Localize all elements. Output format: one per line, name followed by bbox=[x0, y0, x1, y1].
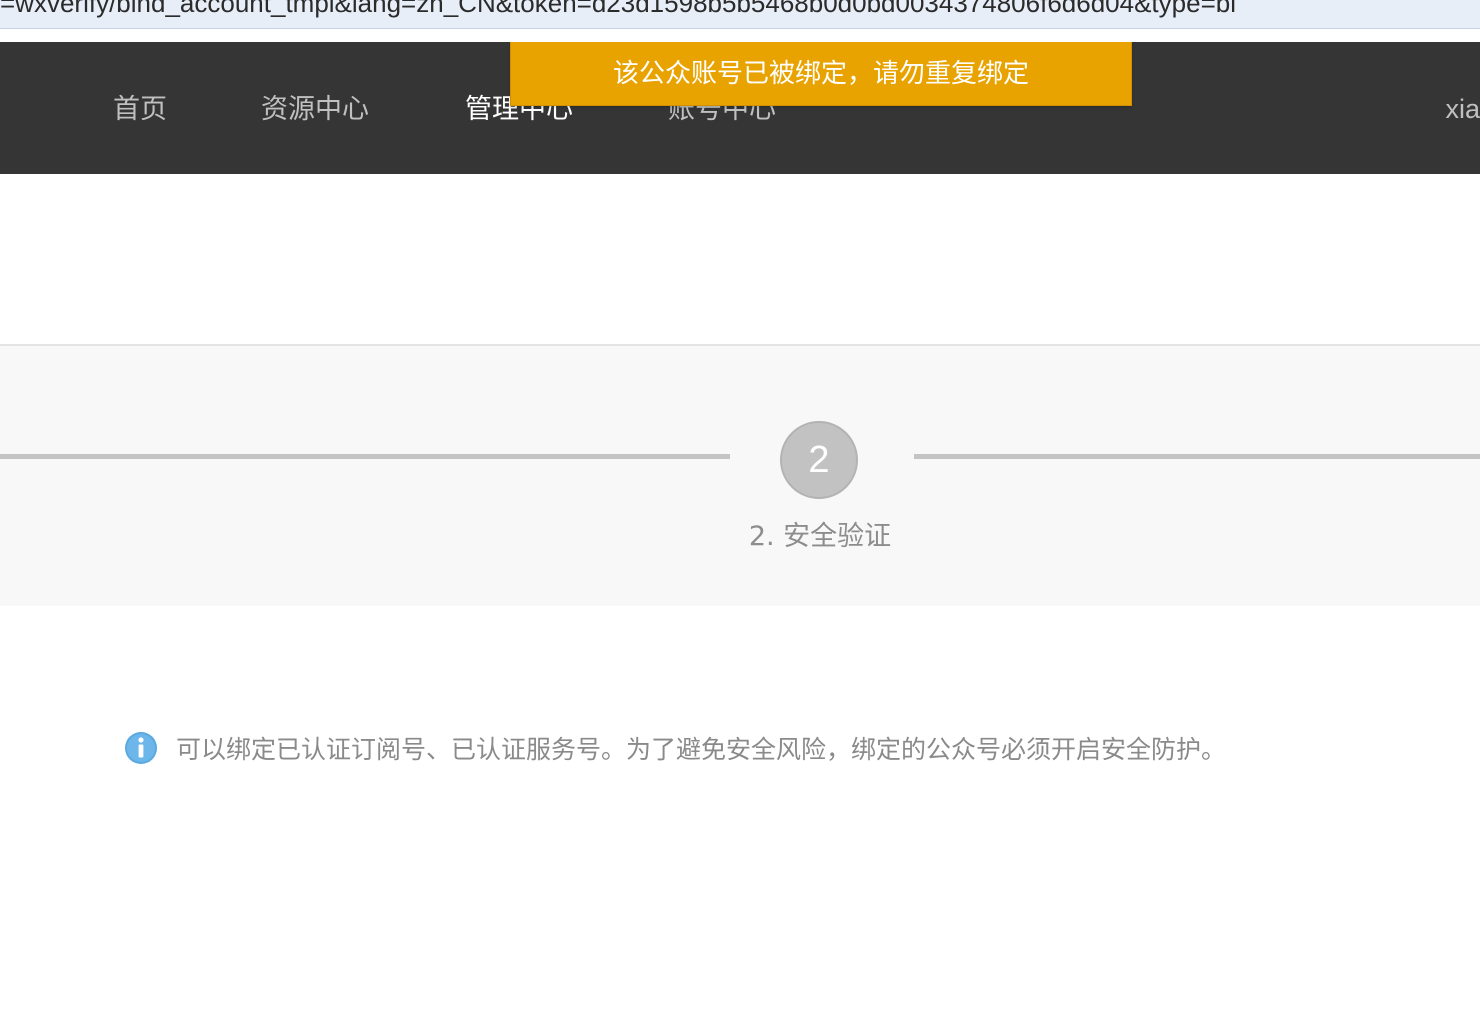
steps-progress: 2 2. 安全验证 bbox=[0, 346, 1480, 606]
step-label: 2. 安全验证 bbox=[748, 521, 892, 552]
step-connector-left bbox=[0, 454, 730, 459]
address-bar-url[interactable]: =wxverify/bind_account_tmpl&lang=zh_CN&t… bbox=[0, 0, 1236, 19]
info-icon bbox=[124, 731, 158, 765]
step-connector-right bbox=[914, 454, 1480, 459]
info-notice: 可以绑定已认证订阅号、已认证服务号。为了避免安全风险，绑定的公众号必须开启安全防… bbox=[124, 728, 1226, 768]
user-menu[interactable]: xiaoq bbox=[1445, 92, 1480, 126]
warning-toast: 该公众账号已被绑定，请勿重复绑定 bbox=[510, 42, 1132, 106]
notice-text: 可以绑定已认证订阅号、已认证服务号。为了避免安全风险，绑定的公众号必须开启安全防… bbox=[176, 735, 1227, 764]
nav-item-resource-center[interactable]: 资源中心 bbox=[261, 92, 369, 128]
page-header-band bbox=[0, 174, 1480, 346]
step-number-badge: 2 bbox=[780, 421, 858, 499]
address-bar[interactable]: =wxverify/bind_account_tmpl&lang=zh_CN&t… bbox=[0, 0, 1480, 29]
nav-item-home[interactable]: 首页 bbox=[113, 92, 167, 128]
